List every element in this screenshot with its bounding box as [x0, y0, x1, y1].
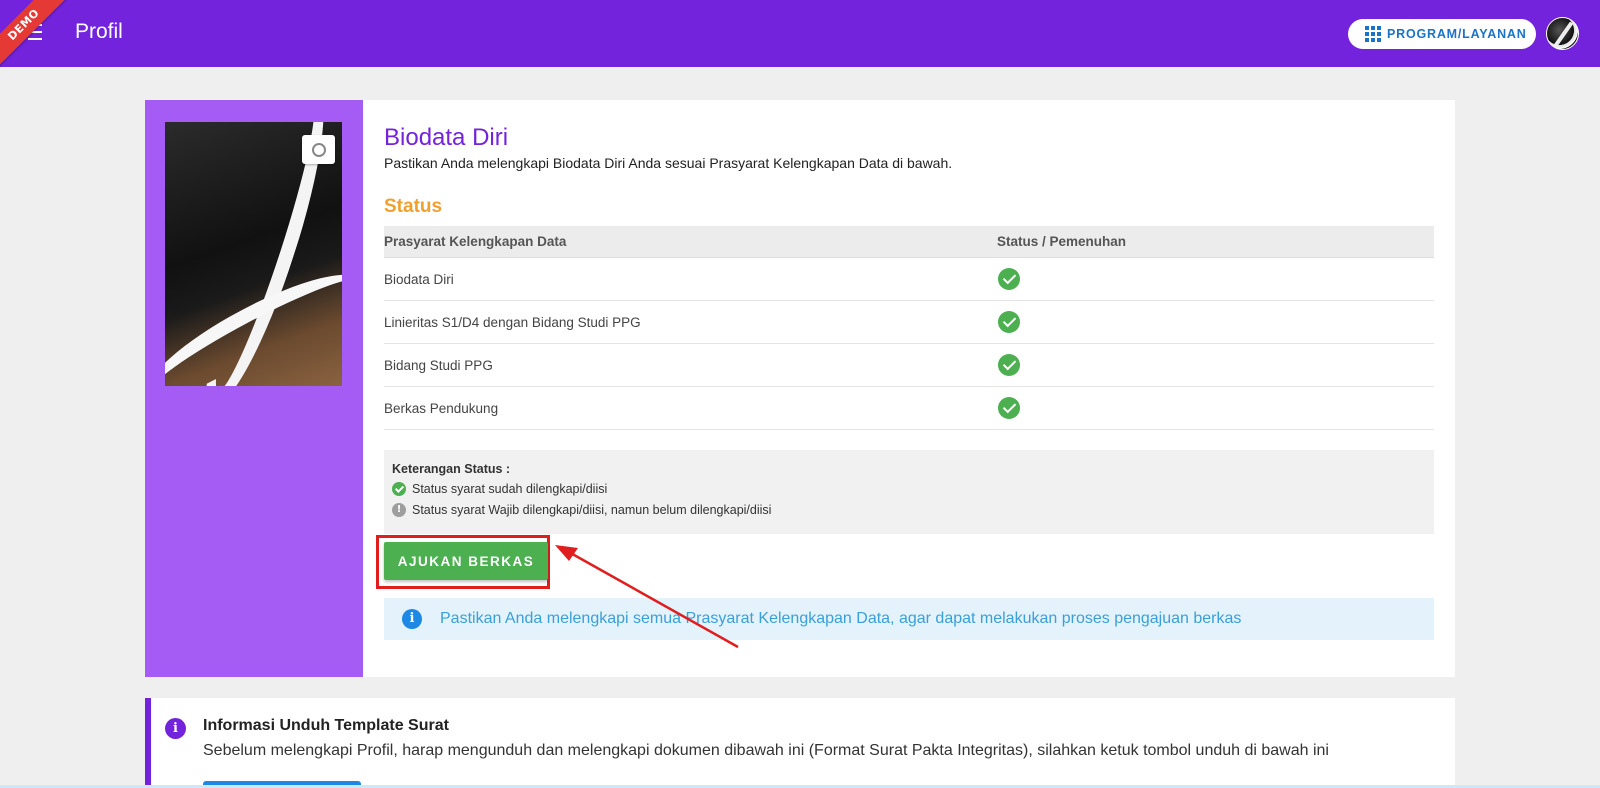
- legend-item-pending: ! Status syarat Wajib dilengkapi/diisi, …: [392, 503, 1426, 517]
- user-avatar[interactable]: [1546, 17, 1579, 50]
- requirement-label: Linieritas S1/D4 dengan Bidang Studi PPG: [384, 314, 641, 330]
- requirement-label: Bidang Studi PPG: [384, 357, 493, 373]
- legend-pending-label: Status syarat Wajib dilengkapi/diisi, na…: [412, 503, 772, 517]
- info-text: Sebelum melengkapi Profil, harap mengund…: [203, 742, 1329, 759]
- table-header: Prasyarat Kelengkapan Data Status / Peme…: [384, 226, 1434, 258]
- status-heading: Status: [384, 196, 443, 217]
- biodata-card: Biodata Diri Pastikan Anda melengkapi Bi…: [145, 100, 1455, 677]
- requirement-label: Biodata Diri: [384, 271, 454, 287]
- legend-item-ok: Status syarat sudah dilengkapi/diisi: [392, 482, 1426, 496]
- info-title: Informasi Unduh Template Surat: [203, 717, 449, 734]
- check-circle-icon: [998, 354, 1020, 376]
- check-circle-icon: [392, 482, 406, 496]
- alert-text: Pastikan Anda melengkapi semua Prasyarat…: [440, 610, 1242, 627]
- info-circle-icon: !: [392, 503, 406, 517]
- status-legend: Keterangan Status : Status syarat sudah …: [384, 450, 1434, 534]
- info-alert: i Pastikan Anda melengkapi semua Prasyar…: [384, 598, 1434, 640]
- legend-ok-label: Status syarat sudah dilengkapi/diisi: [412, 482, 608, 496]
- table-row: Berkas Pendukung: [384, 387, 1434, 430]
- biodata-subtitle: Pastikan Anda melengkapi Biodata Diri An…: [384, 155, 953, 171]
- check-circle-icon: [998, 311, 1020, 333]
- biodata-title: Biodata Diri: [384, 124, 509, 151]
- page-title: Profil: [75, 20, 123, 43]
- camera-icon[interactable]: [302, 135, 335, 164]
- program-layanan-label: PROGRAM/LAYANAN: [1387, 27, 1527, 41]
- table-row: Bidang Studi PPG: [384, 344, 1434, 387]
- check-circle-icon: [998, 268, 1020, 290]
- program-layanan-button[interactable]: PROGRAM/LAYANAN: [1348, 19, 1536, 49]
- ajukan-berkas-button[interactable]: AJUKAN BERKAS: [384, 542, 548, 580]
- top-app-bar: Profil PROGRAM/LAYANAN: [0, 0, 1600, 67]
- table-row: Biodata Diri: [384, 258, 1434, 301]
- info-icon: i: [165, 718, 186, 739]
- template-info-card: i Informasi Unduh Template Surat Sebelum…: [145, 698, 1455, 788]
- requirement-label: Berkas Pendukung: [384, 400, 499, 416]
- column-header-requirement: Prasyarat Kelengkapan Data: [384, 234, 567, 249]
- check-circle-icon: [998, 397, 1020, 419]
- profile-sidebar: [145, 100, 363, 677]
- info-icon: i: [402, 609, 422, 629]
- apps-grid-icon: [1365, 26, 1381, 42]
- requirements-table: Prasyarat Kelengkapan Data Status / Peme…: [384, 226, 1434, 430]
- column-header-status: Status / Pemenuhan: [997, 234, 1127, 249]
- table-row: Linieritas S1/D4 dengan Bidang Studi PPG: [384, 301, 1434, 344]
- legend-title: Keterangan Status :: [392, 462, 511, 476]
